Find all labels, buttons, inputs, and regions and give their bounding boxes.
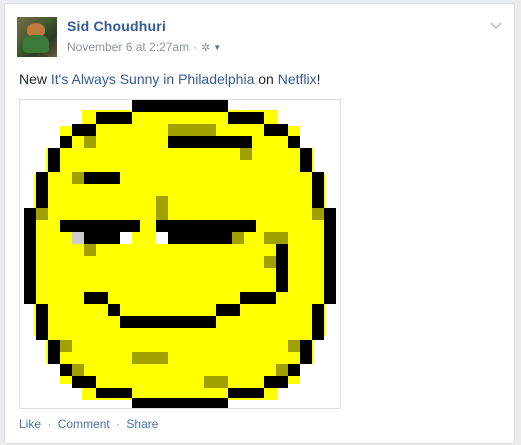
gear-icon[interactable]: ✲ bbox=[201, 41, 210, 54]
timestamp[interactable]: November 6 at 2:27am bbox=[67, 40, 189, 54]
post-text-suffix: ! bbox=[316, 71, 321, 87]
post-text: New It's Always Sunny in Philadelphia on… bbox=[19, 71, 321, 87]
pixel-smug-face-image bbox=[24, 100, 336, 408]
post-image[interactable] bbox=[19, 99, 341, 409]
author-name[interactable]: Sid Choudhuri bbox=[67, 18, 166, 34]
post-text-prefix: New bbox=[19, 71, 51, 87]
post-text-middle: on bbox=[254, 71, 278, 87]
action-separator: · bbox=[47, 417, 52, 431]
show-link[interactable]: It's Always Sunny in Philadelphia bbox=[51, 71, 254, 87]
meta-separator: · bbox=[193, 40, 198, 54]
avatar[interactable] bbox=[17, 17, 57, 57]
comment-button[interactable]: Comment bbox=[58, 417, 110, 431]
post-card: Sid Choudhuri November 6 at 2:27am · ✲ ▼… bbox=[4, 3, 515, 444]
action-separator: · bbox=[116, 417, 121, 431]
post-actions: Like · Comment · Share bbox=[19, 417, 158, 431]
netflix-link[interactable]: Netflix bbox=[278, 71, 317, 87]
chevron-down-icon[interactable] bbox=[490, 19, 502, 33]
post-meta: November 6 at 2:27am · ✲ ▼ bbox=[67, 40, 221, 54]
share-button[interactable]: Share bbox=[126, 417, 158, 431]
like-button[interactable]: Like bbox=[19, 417, 41, 431]
caret-down-icon[interactable]: ▼ bbox=[213, 43, 221, 52]
